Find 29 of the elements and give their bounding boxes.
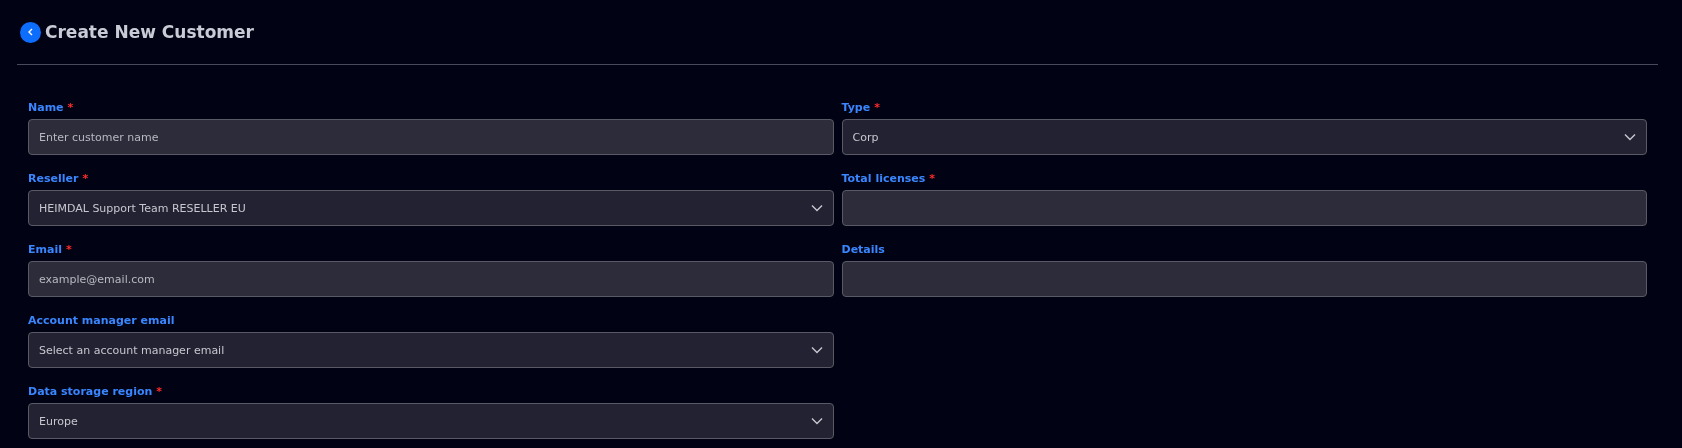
- required-mark: *: [156, 384, 163, 398]
- chevron-down-icon: [810, 346, 823, 354]
- select-field[interactable]: Select an account manager email: [28, 332, 834, 368]
- required-mark: *: [67, 100, 74, 114]
- select-field[interactable]: HEIMDAL Support Team RESELLER EU: [28, 190, 834, 226]
- required-mark: *: [82, 171, 89, 185]
- select-field[interactable]: Europe: [28, 403, 834, 439]
- back-button[interactable]: [20, 21, 41, 43]
- field-label: Data storage region: [28, 384, 153, 398]
- chevron-down-icon: [1624, 133, 1636, 141]
- field-label: Reseller: [28, 171, 79, 185]
- required-mark: *: [929, 171, 936, 185]
- input-field[interactable]: Enter customer name: [28, 119, 834, 155]
- select-field[interactable]: Corp: [841, 119, 1647, 155]
- chevron-down-icon: [810, 204, 823, 212]
- input-field[interactable]: example@email.com: [28, 261, 834, 297]
- field-label: Account manager email: [28, 313, 175, 327]
- input-field[interactable]: [841, 190, 1647, 226]
- field-label: Email: [28, 242, 62, 256]
- input-field[interactable]: [841, 261, 1647, 297]
- chevron-left-icon: [26, 28, 35, 36]
- field-label: Name: [28, 100, 64, 114]
- field-label: Details: [841, 242, 885, 256]
- field-label: Type: [841, 100, 871, 114]
- field-label: Total licenses: [841, 171, 926, 185]
- chevron-down-icon: [810, 417, 823, 425]
- required-mark: *: [65, 242, 72, 256]
- page-title: Create New Customer: [45, 22, 254, 42]
- required-mark: *: [874, 100, 880, 114]
